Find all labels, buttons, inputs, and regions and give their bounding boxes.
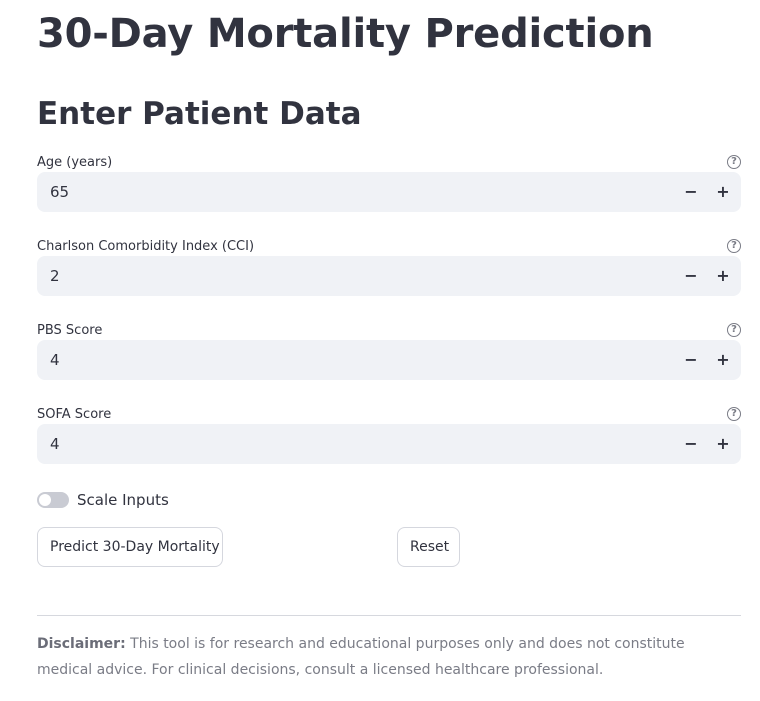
age-value[interactable]: 65 xyxy=(50,172,69,212)
pbs-increment-button[interactable]: + xyxy=(707,340,739,380)
disclaimer-text: This tool is for research and educationa… xyxy=(37,636,685,678)
sofa-label: SOFA Score xyxy=(37,407,112,422)
divider xyxy=(37,615,741,616)
toggle-label[interactable]: Scale Inputs xyxy=(77,489,169,511)
toggle-switch[interactable] xyxy=(37,492,69,508)
cci-decrement-button[interactable]: − xyxy=(675,256,707,296)
pbs-label: PBS Score xyxy=(37,323,103,338)
question-circle-icon[interactable]: ? xyxy=(727,407,741,421)
sofa-input[interactable]: 4 − + xyxy=(37,424,741,464)
cci-label: Charlson Comorbidity Index (CCI) xyxy=(37,239,255,254)
cci-value[interactable]: 2 xyxy=(50,256,60,296)
disclaimer-label: Disclaimer: xyxy=(37,636,126,652)
page: 30-Day Mortality Prediction Enter Patien… xyxy=(0,0,760,701)
sofa-decrement-button[interactable]: − xyxy=(675,424,707,464)
toggle-knob xyxy=(39,494,51,506)
pbs-value[interactable]: 4 xyxy=(50,340,60,380)
question-circle-icon[interactable]: ? xyxy=(727,323,741,337)
page-title: 30-Day Mortality Prediction xyxy=(37,11,654,57)
predict-button[interactable]: Predict 30-Day Mortality xyxy=(37,527,223,567)
question-circle-icon[interactable]: ? xyxy=(727,239,741,253)
age-decrement-button[interactable]: − xyxy=(675,172,707,212)
pbs-decrement-button[interactable]: − xyxy=(675,340,707,380)
age-increment-button[interactable]: + xyxy=(707,172,739,212)
sofa-value[interactable]: 4 xyxy=(50,424,60,464)
sofa-increment-button[interactable]: + xyxy=(707,424,739,464)
question-circle-icon[interactable]: ? xyxy=(727,155,741,169)
cci-input[interactable]: 2 − + xyxy=(37,256,741,296)
pbs-input[interactable]: 4 − + xyxy=(37,340,741,380)
section-title: Enter Patient Data xyxy=(37,96,362,132)
reset-button[interactable]: Reset xyxy=(397,527,460,567)
disclaimer: Disclaimer: This tool is for research an… xyxy=(37,631,741,683)
cci-increment-button[interactable]: + xyxy=(707,256,739,296)
age-label: Age (years) xyxy=(37,155,113,170)
age-input[interactable]: 65 − + xyxy=(37,172,741,212)
